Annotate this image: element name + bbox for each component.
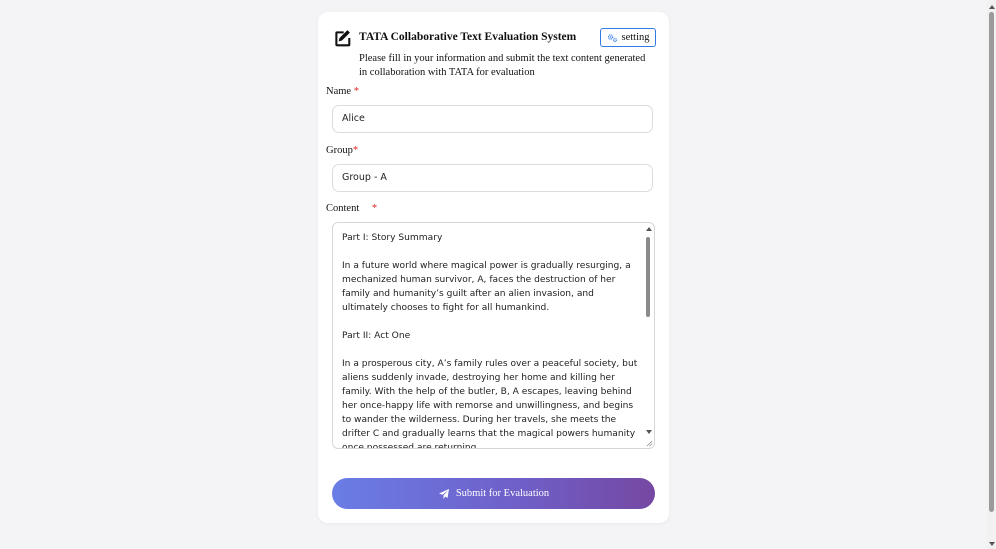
content-scrollbar[interactable] [645, 225, 653, 446]
scroll-down-arrow-icon[interactable] [646, 430, 652, 434]
page-scroll-thumb[interactable] [989, 12, 994, 512]
paper-plane-icon [438, 488, 449, 499]
app-title: TATA Collaborative Text Evaluation Syste… [359, 31, 577, 43]
group-label: Group* [326, 145, 358, 156]
content-text: Part I: Story Summary In a future world … [342, 231, 638, 449]
setting-button[interactable]: setting [600, 28, 656, 47]
name-label-text: Name [326, 86, 352, 97]
page: TATA Collaborative Text Evaluation Syste… [0, 0, 996, 549]
page-scroll-up-icon[interactable] [989, 5, 995, 9]
required-mark: * [353, 86, 359, 97]
resize-handle-icon[interactable] [646, 440, 653, 447]
content-label: Content * [326, 203, 377, 214]
setting-label: setting [621, 32, 650, 43]
page-subtitle: Please fill in your information and subm… [359, 53, 646, 78]
gears-icon [607, 33, 617, 42]
content-paragraph: Part I: Story Summary [342, 233, 443, 243]
scroll-thumb[interactable] [646, 237, 650, 317]
scroll-up-arrow-icon[interactable] [646, 227, 652, 231]
evaluation-form-card: TATA Collaborative Text Evaluation Syste… [318, 12, 669, 523]
page-scroll-down-icon[interactable] [989, 542, 995, 546]
page-scrollbar[interactable] [987, 0, 996, 549]
edit-icon [335, 30, 351, 47]
content-paragraph: In a future world where magical power is… [342, 261, 631, 313]
name-label: Name * [326, 86, 359, 97]
group-label-text: Group [326, 145, 353, 156]
content-label-text: Content [326, 203, 360, 214]
submit-label: Submit for Evaluation [455, 488, 550, 499]
name-input[interactable]: Alice [332, 105, 653, 133]
required-mark: * [371, 203, 378, 214]
submit-button[interactable]: Submit for Evaluation [332, 478, 655, 509]
content-paragraph: In a prosperous city, A’s family rules o… [342, 359, 638, 449]
group-input[interactable]: Group - A [332, 164, 653, 192]
required-mark: * [352, 145, 359, 156]
content-paragraph: Part II: Act One [342, 331, 411, 341]
content-textarea[interactable]: Part I: Story Summary In a future world … [332, 222, 655, 449]
